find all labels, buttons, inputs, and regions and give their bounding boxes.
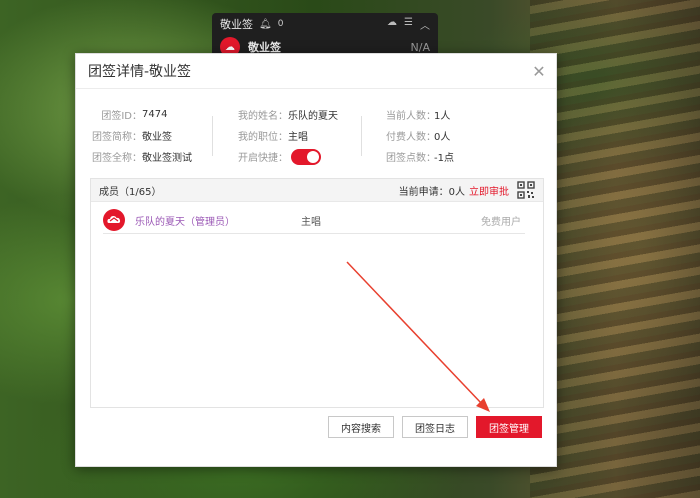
team-points-label: 团签点数：	[386, 153, 436, 164]
menu-icon[interactable]: ☰	[404, 17, 413, 32]
my-position-value: 主唱	[288, 132, 308, 143]
team-id-label: 团签ID：	[101, 111, 142, 122]
team-full-name-value: 敬业签测试	[142, 153, 192, 164]
info-column-team: 团签ID： 7474 团签简称： 敬业签 团签全称： 敬业签测试	[88, 104, 192, 167]
toggle-knob	[307, 150, 319, 163]
cloud-icon[interactable]: ☁	[387, 17, 397, 32]
team-full-name-label: 团签全称：	[92, 153, 142, 164]
team-short-name-label: 团签简称：	[92, 132, 142, 143]
quick-access-label: 开启快捷：	[238, 153, 288, 164]
mini-widget-na: N/A	[410, 40, 430, 54]
members-title: 成员（1/65）	[99, 186, 162, 198]
mini-widget-header: 敬业签 🔔︎ 0 ☁ ☰ ︿	[212, 13, 438, 35]
bell-icon[interactable]: 🔔︎	[259, 19, 272, 30]
team-short-name-value: 敬业签	[142, 132, 172, 143]
my-position-label: 我的职位：	[238, 132, 288, 143]
my-name-value: 乐队的夏天	[288, 111, 338, 122]
dialog-titlebar: 团签详情-敬业签 ✕	[76, 54, 556, 89]
dialog-actions: 内容搜索 团签日志 团签管理	[328, 416, 542, 438]
bell-count: 0	[277, 19, 284, 29]
team-detail-dialog: 团签详情-敬业签 ✕ 团签ID： 7474 团签简称： 敬业签 团签全称： 敬业签测试…	[75, 53, 557, 467]
paid-count-label: 付费人数：	[386, 132, 436, 143]
cloud-logo-icon	[107, 215, 121, 223]
info-column-me: 我的姓名： 乐队的夏天 我的职位： 主唱 开启快捷：	[236, 104, 338, 167]
dialog-title: 团签详情-敬业签	[88, 64, 192, 80]
team-info: 团签ID： 7474 团签简称： 敬业签 团签全称： 敬业签测试 我的姓名： 乐队的夏天…	[76, 104, 556, 168]
info-divider	[361, 116, 362, 156]
pending-applications: 当前申请：0人	[398, 186, 465, 198]
member-role: 主唱	[301, 216, 321, 228]
paid-count-value: 0人	[434, 132, 451, 143]
member-row[interactable]: 乐队的夏天（管理员） 主唱 免费用户	[103, 207, 525, 234]
members-panel: 成员（1/65） 当前申请：0人 立即审批 乐队的夏天（管理员） 主唱 免费用户	[90, 178, 544, 408]
mini-widget-title: 敬业签	[220, 18, 253, 31]
info-column-counts: 当前人数： 1人 付费人数： 0人 团签点数： -1点	[386, 104, 454, 167]
members-header: 成员（1/65） 当前申请：0人 立即审批	[91, 179, 543, 202]
team-log-button[interactable]: 团签日志	[402, 416, 468, 438]
member-name[interactable]: 乐队的夏天（管理员）	[135, 213, 301, 228]
member-type: 免费用户	[481, 216, 521, 228]
qr-code-icon[interactable]	[517, 181, 535, 199]
my-name-label: 我的姓名：	[238, 111, 288, 122]
team-manage-button[interactable]: 团签管理	[476, 416, 542, 438]
chevron-up-icon[interactable]: ︿	[420, 17, 430, 32]
current-count-value: 1人	[434, 111, 451, 122]
current-count-label: 当前人数：	[386, 111, 436, 122]
info-divider	[212, 116, 213, 156]
team-id-value: 7474	[142, 109, 168, 120]
close-icon[interactable]: ✕	[522, 54, 556, 88]
team-points-value: -1点	[434, 153, 454, 164]
quick-access-toggle[interactable]	[291, 148, 321, 165]
content-search-button[interactable]: 内容搜索	[328, 416, 394, 438]
approve-now-link[interactable]: 立即审批	[469, 183, 509, 198]
avatar	[103, 209, 125, 231]
